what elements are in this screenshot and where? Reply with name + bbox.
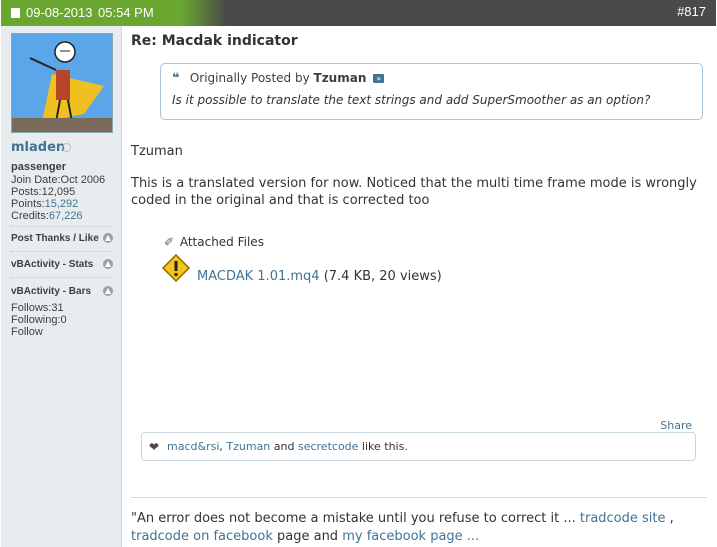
credits-link[interactable]: 67,226 <box>49 210 83 222</box>
posts-row: Posts:12,095 <box>11 186 75 198</box>
signature-link-facebook[interactable]: tradcode on facebook <box>131 529 273 544</box>
join-date-value: Oct 2006 <box>60 174 106 186</box>
following-label: Following: <box>11 314 61 326</box>
section-divider <box>11 251 111 252</box>
likes-text: macd&rsi, Tzuman and secretcode like thi… <box>167 440 408 453</box>
like-user-link[interactable]: macd&rsi <box>167 440 219 453</box>
section-post-thanks[interactable]: Post Thanks / Like <box>11 233 99 244</box>
likes-separator: , <box>219 440 223 453</box>
section-divider <box>11 226 111 227</box>
credits-row: Credits:67,226 <box>11 210 83 222</box>
quote-header: ❝ Originally Posted by Tzuman » <box>172 71 385 86</box>
signature-divider <box>131 497 707 498</box>
user-rank: passenger <box>11 161 67 173</box>
following-row: Following:0 <box>11 314 67 326</box>
share-link[interactable]: Share <box>660 419 692 432</box>
collapse-icon[interactable]: ▲ <box>103 259 113 269</box>
attachment-row: MACDAK 1.01.mq4 (7.4 KB, 20 views) <box>197 269 442 284</box>
post-date: 09-08-2013 <box>26 5 93 20</box>
quote-prefix: Originally Posted by <box>189 71 310 85</box>
quote-author: Tzuman <box>313 71 367 85</box>
signature-separator: , <box>669 511 674 526</box>
user-sidebar: mladen passenger Join Date:Oct 2006 Post… <box>1 26 122 547</box>
signature-text: "An error does not become a mistake unti… <box>131 511 576 526</box>
follow-link[interactable]: Follow <box>11 326 43 338</box>
quote-box: ❝ Originally Posted by Tzuman » Is it po… <box>160 63 703 120</box>
section-vbactivity-bars[interactable]: vBActivity - Bars <box>11 286 91 297</box>
points-row: Points:15,292 <box>11 198 78 210</box>
join-date-label: Join Date: <box>11 174 61 186</box>
attached-files-label: Attached Files <box>179 235 264 249</box>
section-vbactivity-stats[interactable]: vBActivity - Stats <box>11 259 93 270</box>
signature: "An error does not become a mistake unti… <box>131 510 701 546</box>
section-divider <box>11 277 111 278</box>
post-time: 05:54 PM <box>98 5 154 20</box>
post-status-icon <box>11 8 20 18</box>
attached-files-header: ✐ Attached Files <box>164 235 264 249</box>
join-date-row: Join Date:Oct 2006 <box>11 174 105 186</box>
like-user-link[interactable]: secretcode <box>298 440 358 453</box>
follows-row: Follows:31 <box>11 302 64 314</box>
post-header: 09-08-2013 05:54 PM #817 <box>1 0 716 26</box>
follows-value: 31 <box>51 302 64 314</box>
posts-value: 12,095 <box>41 186 76 198</box>
like-user-link[interactable]: Tzuman <box>226 440 270 453</box>
credits-label: Credits: <box>11 210 49 222</box>
follows-label: Follows: <box>11 302 52 314</box>
likes-suffix: like this. <box>361 440 408 453</box>
likes-and: and <box>273 440 295 453</box>
paperclip-icon: ✐ <box>164 235 175 249</box>
signature-mid: page and <box>277 529 339 544</box>
warning-icon <box>161 253 191 283</box>
heart-icon: ❤ <box>149 440 160 454</box>
signature-link-site[interactable]: tradcode site <box>580 511 666 526</box>
points-label: Points: <box>11 198 45 210</box>
post-body: This is a translated version for now. No… <box>131 176 697 208</box>
post-number-link[interactable]: #817 <box>677 4 706 19</box>
collapse-icon[interactable]: ▲ <box>103 286 113 296</box>
quote-text: Is it possible to translate the text str… <box>172 93 651 107</box>
attachment-meta: (7.4 KB, 20 views) <box>323 269 442 284</box>
likes-box: ❤ macd&rsi, Tzuman and secretcode like t… <box>141 432 696 461</box>
quote-icon: ❝ <box>172 71 180 86</box>
collapse-icon[interactable]: ▲ <box>103 233 113 243</box>
attachment-link[interactable]: MACDAK 1.01.mq4 <box>197 269 320 284</box>
offline-status-icon <box>62 143 71 152</box>
post-greeting: Tzuman <box>131 144 183 159</box>
view-post-icon[interactable]: » <box>373 74 385 83</box>
signature-link-my-facebook[interactable]: my facebook page ... <box>342 529 479 544</box>
username-link[interactable]: mladen <box>11 140 65 155</box>
following-value: 0 <box>60 314 67 326</box>
avatar[interactable] <box>11 33 113 133</box>
avatar-image <box>12 34 112 132</box>
post-title: Re: Macdak indicator <box>131 33 298 49</box>
posts-label: Posts: <box>11 186 42 198</box>
points-link[interactable]: 15,292 <box>45 198 79 210</box>
